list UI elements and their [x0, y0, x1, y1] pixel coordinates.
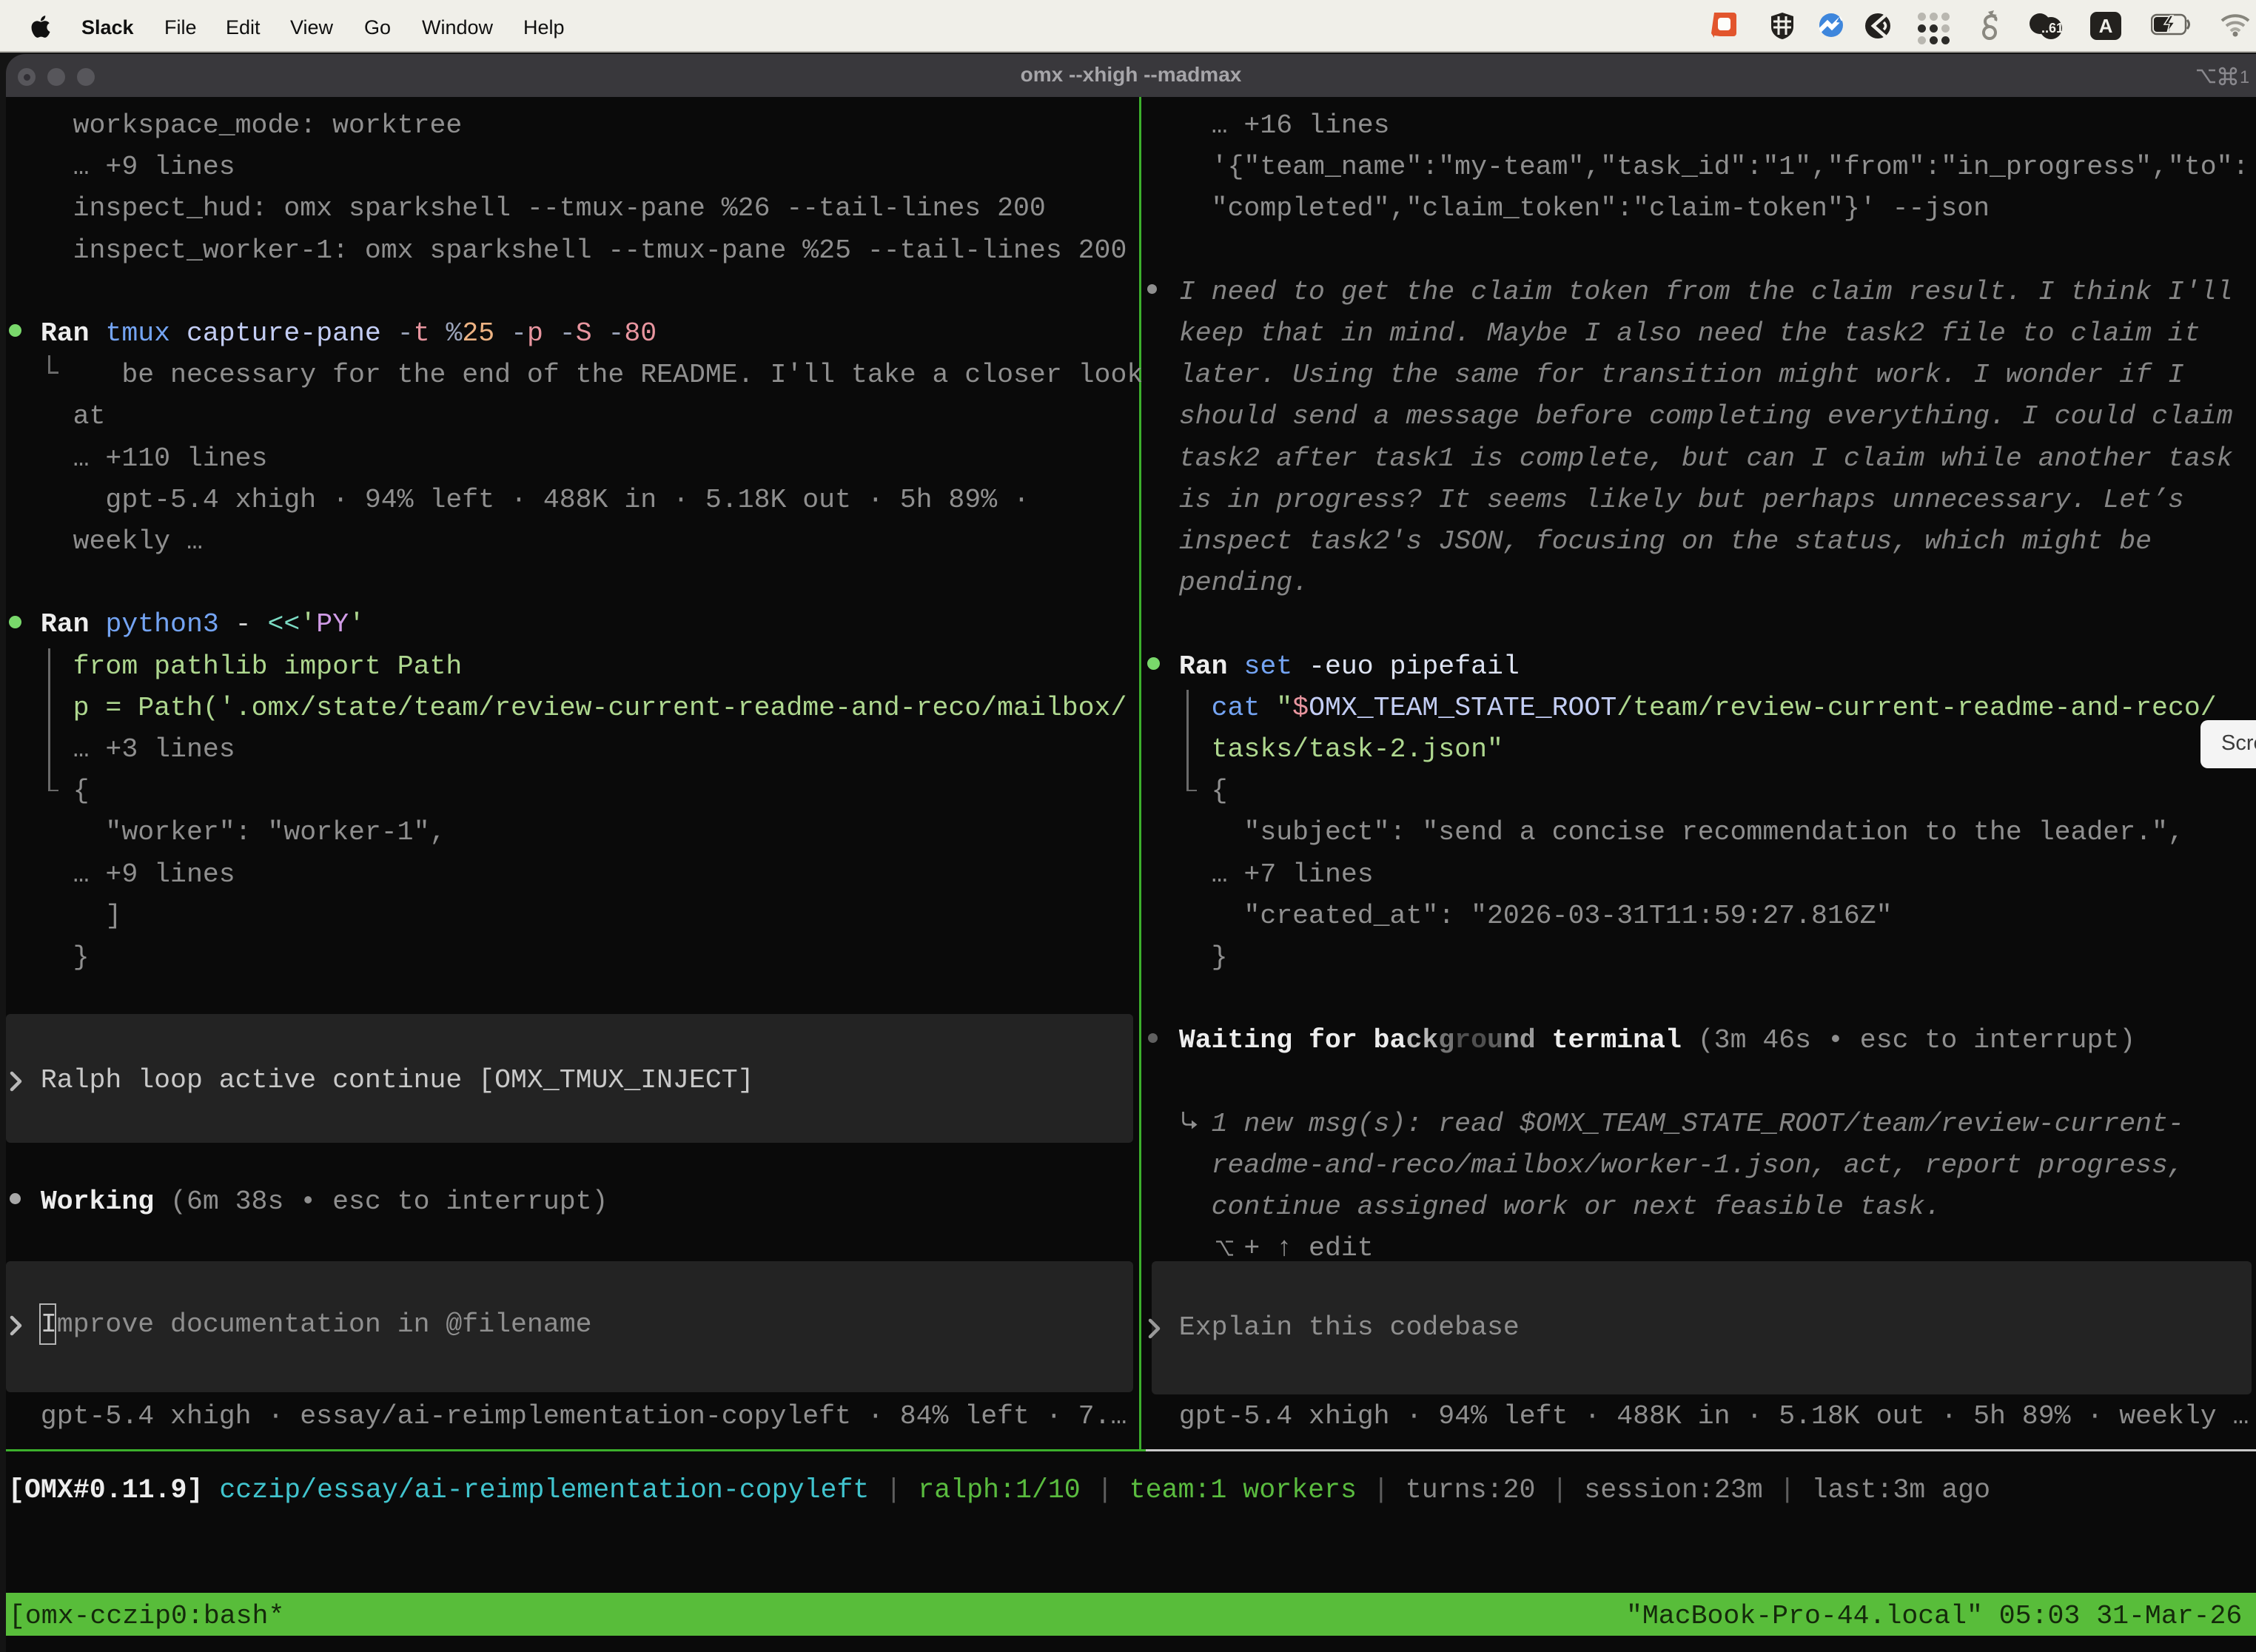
- svg-text:..61: ..61: [2041, 21, 2064, 36]
- svg-text:1: 1: [2240, 67, 2249, 87]
